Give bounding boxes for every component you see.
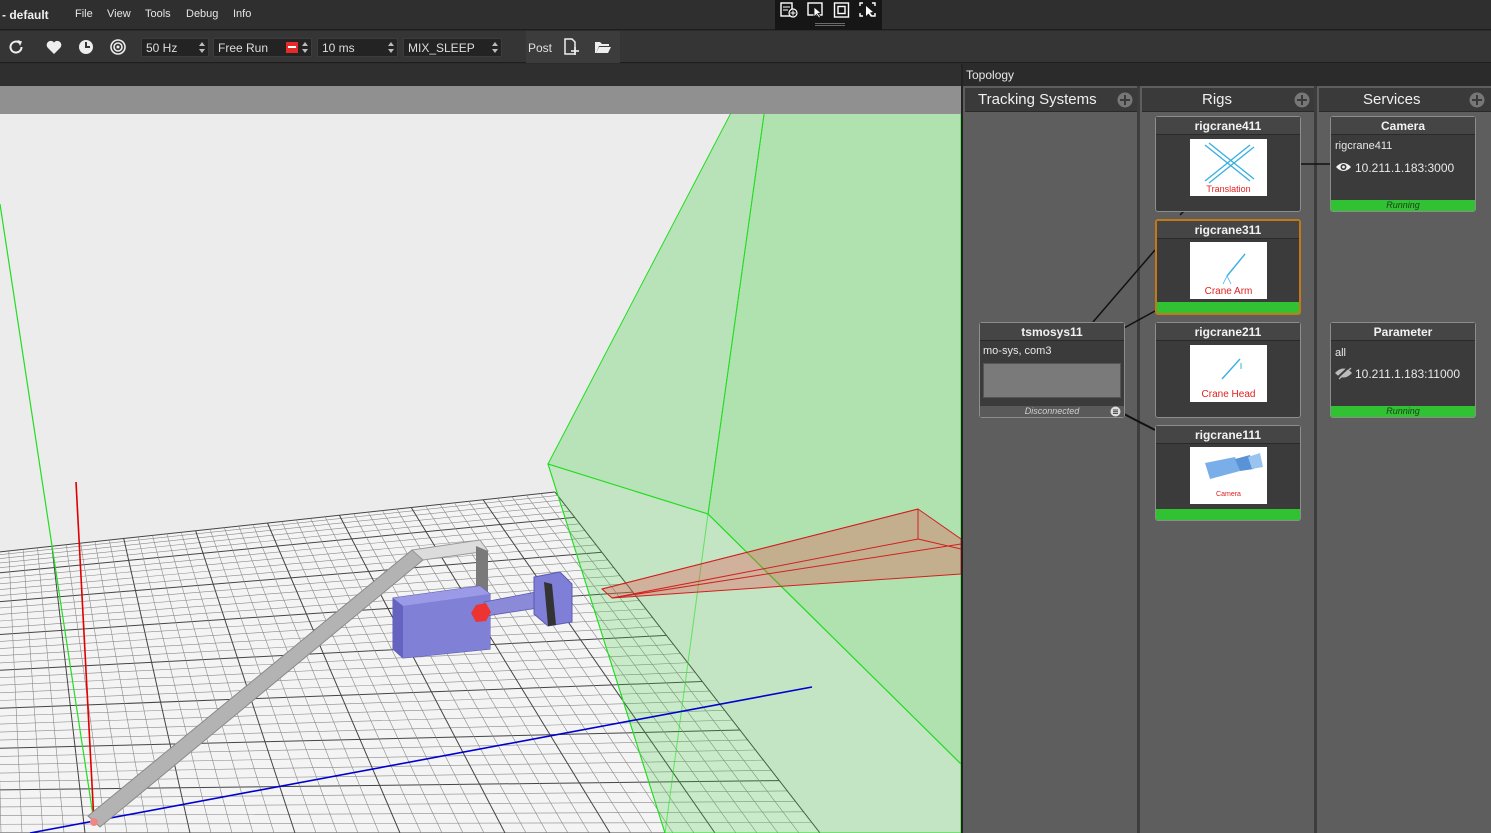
mix-mode-value: MIX_SLEEP: [408, 41, 475, 55]
rig-caption: Crane Head: [1201, 389, 1256, 400]
node-title: rigcrane411: [1156, 117, 1300, 135]
tracking-systems-column: Tracking Systems: [963, 86, 1140, 833]
stop-indicator-icon: [286, 42, 298, 53]
status-text: Disconnected: [1024, 406, 1080, 416]
floating-toolbar: [775, 0, 882, 30]
new-file-icon[interactable]: [562, 38, 580, 56]
spin-arrows-icon: [492, 42, 498, 53]
tracking-detail: mo-sys, com3: [983, 345, 1052, 357]
menu-file[interactable]: File: [75, 8, 93, 20]
run-mode-select[interactable]: Free Run: [213, 38, 312, 57]
rig-caption: Translation: [1206, 184, 1251, 194]
services-label: Services: [1363, 91, 1421, 108]
node-title: Parameter: [1331, 323, 1475, 341]
rigs-header: Rigs: [1142, 88, 1314, 112]
add-icon[interactable]: [1294, 92, 1310, 108]
mix-mode-select[interactable]: MIX_SLEEP: [403, 38, 502, 57]
menubar: - default File View Tools Debug Info: [0, 0, 1491, 30]
menu-tools[interactable]: Tools: [145, 8, 171, 20]
interval-select[interactable]: 10 ms: [317, 38, 398, 57]
node-title: Camera: [1331, 117, 1475, 135]
node-title: tsmosys11: [980, 323, 1124, 341]
status-bar: Disconnected: [980, 406, 1124, 417]
post-section: Post: [526, 31, 620, 63]
application-window: - default File View Tools Debug Info 50 …: [0, 0, 1491, 833]
node-title: rigcrane111: [1156, 426, 1300, 444]
status-text: Running: [1386, 200, 1420, 210]
rig-node-rigcrane111[interactable]: rigcrane111 Camera: [1155, 425, 1301, 521]
rig-thumbnail: Translation: [1190, 139, 1267, 196]
node-title: rigcrane211: [1156, 323, 1300, 341]
rig-node-rigcrane411[interactable]: rigcrane411 Translation: [1155, 116, 1301, 212]
rigs-label: Rigs: [1202, 91, 1233, 108]
clock-icon[interactable]: [77, 38, 95, 56]
tracking-systems-header: Tracking Systems: [965, 88, 1137, 112]
rig-node-rigcrane211[interactable]: rigcrane211 Crane Head: [1155, 322, 1301, 418]
menu-info[interactable]: Info: [233, 8, 251, 20]
select-cursor-icon[interactable]: [807, 2, 825, 18]
menu-debug[interactable]: Debug: [186, 8, 218, 20]
viewport-header: [0, 64, 961, 86]
topology-titlebar: Topology: [963, 64, 1491, 86]
spin-arrows-icon: [388, 42, 394, 53]
service-detail: rigcrane411: [1335, 140, 1393, 152]
service-node-parameter[interactable]: Parameter all 10.211.1.183:11000 Running: [1330, 322, 1476, 418]
spin-arrows-icon: [199, 42, 205, 53]
spin-arrows-icon: [302, 42, 308, 53]
interval-value: 10 ms: [322, 41, 355, 55]
status-bar: [1156, 509, 1300, 520]
status-bar: Running: [1331, 406, 1475, 417]
post-label: Post: [528, 41, 553, 55]
main-toolbar: 50 Hz Free Run 10 ms MIX_SLEEP Post: [0, 31, 1491, 63]
target-icon[interactable]: [109, 38, 127, 56]
rate-select[interactable]: 50 Hz: [141, 38, 209, 57]
topology-title: Topology: [966, 68, 1015, 82]
add-icon[interactable]: [1469, 92, 1485, 108]
service-node-camera[interactable]: Camera rigcrane411 10.211.1.183:3000 Run…: [1330, 116, 1476, 212]
status-text: Running: [1386, 406, 1420, 416]
heart-icon[interactable]: [45, 38, 63, 56]
open-folder-icon[interactable]: [594, 38, 612, 56]
menu-icon[interactable]: [1110, 406, 1121, 417]
tracking-systems-label: Tracking Systems: [978, 91, 1097, 108]
service-address: 10.211.1.183:11000: [1355, 367, 1460, 381]
menu-view[interactable]: View: [107, 8, 131, 20]
rig-thumbnail: Crane Head: [1190, 345, 1267, 402]
rig-caption: Crane Arm: [1204, 286, 1253, 297]
service-detail: all: [1335, 347, 1347, 359]
refresh-icon[interactable]: [7, 38, 25, 56]
app-title: - default: [2, 8, 49, 22]
3d-viewport[interactable]: [0, 64, 961, 833]
add-icon[interactable]: [1117, 92, 1133, 108]
eye-icon[interactable]: [1335, 161, 1352, 173]
node-title: rigcrane311: [1157, 221, 1299, 239]
rig-caption: Camera: [1216, 491, 1241, 498]
rig-node-rigcrane311[interactable]: rigcrane311 Crane Arm: [1155, 219, 1301, 315]
toolbar-grip[interactable]: [815, 25, 845, 26]
rate-value: 50 Hz: [146, 41, 178, 55]
run-mode-value: Free Run: [218, 41, 269, 55]
focus-select-icon[interactable]: [859, 2, 877, 18]
3d-scene[interactable]: [0, 64, 961, 833]
viewport-strip: [0, 86, 961, 114]
status-bar: Running: [1331, 200, 1475, 211]
tracking-preview: [983, 363, 1121, 398]
tracking-system-node[interactable]: tsmosys11 mo-sys, com3 Disconnected: [979, 322, 1125, 418]
eye-off-icon[interactable]: [1334, 366, 1353, 380]
rig-thumbnail: Crane Arm: [1190, 242, 1267, 299]
rig-thumbnail: Camera: [1190, 447, 1267, 504]
fit-view-icon[interactable]: [833, 2, 851, 18]
service-address: 10.211.1.183:3000: [1355, 161, 1455, 175]
add-layout-icon[interactable]: [780, 2, 798, 18]
topology-panel: Topology Tracking Systems Rigs Services: [961, 64, 1491, 833]
status-bar: [1157, 302, 1299, 313]
services-header: Services: [1319, 88, 1491, 112]
